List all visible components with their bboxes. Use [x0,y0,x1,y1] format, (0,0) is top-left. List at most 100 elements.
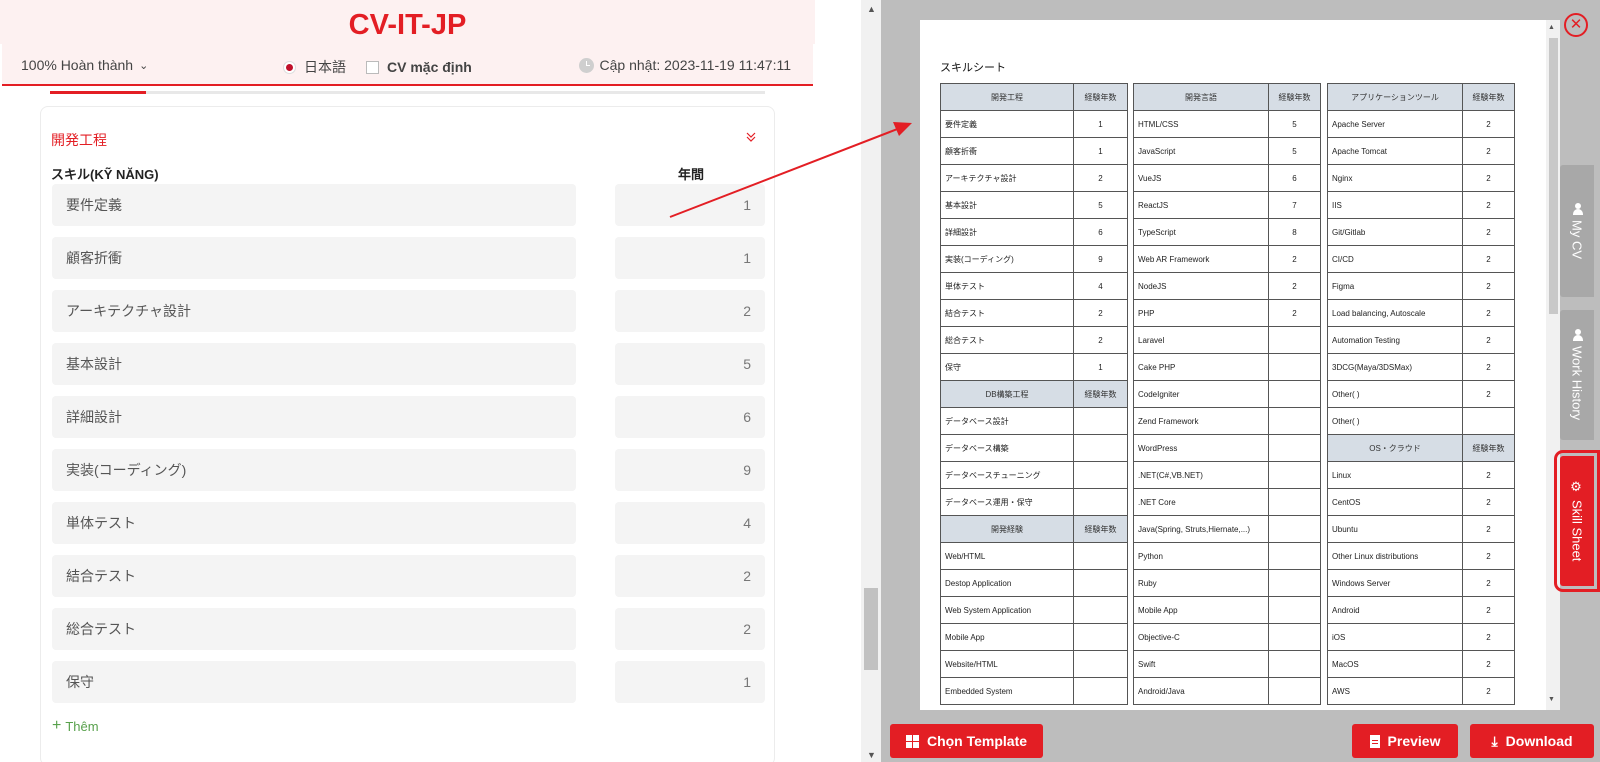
scroll-down-arrow-icon[interactable]: ▼ [867,750,876,760]
sheet-cell-label: Apache Tomcat [1327,137,1463,165]
sheet-cell-label: Java(Spring, Struts,Hiernate,...) [1133,515,1269,543]
skill-name-input[interactable]: 要件定義 [52,184,576,226]
sheet-row: Web System Application [940,596,1128,624]
sheet-cell-label: 結合テスト [940,299,1074,327]
sheet-cell-years: 2 [1462,677,1515,705]
skill-rows: 要件定義 1 顧客折衝 1 アーキテクチャ設計 2 基本設計 5 詳細設計 6 実装(コーディング)… [52,184,765,714]
sheet-cell-label: 開発言語 [1133,83,1269,111]
skill-name-input[interactable]: 単体テスト [52,502,576,544]
sheet-cell-label: Web/HTML [940,542,1074,570]
skill-row: アーキテクチャ設計 2 [52,290,765,332]
sheet-cell-years: 2 [1462,191,1515,219]
skill-years-input[interactable]: 1 [615,237,765,279]
sheet-row: AWS 2 [1327,677,1515,705]
skill-years-input[interactable]: 2 [615,290,765,332]
sheet-row: TypeScript 8 [1133,218,1321,246]
skill-years-input[interactable]: 2 [615,555,765,597]
collapse-chevron-icon[interactable] [745,131,759,145]
side-tab-work-history[interactable]: Work History [1560,310,1594,440]
skill-name-input[interactable]: 基本設計 [52,343,576,385]
sheet-cell-years: 5 [1268,110,1321,138]
sheet-row: Nginx 2 [1327,164,1515,192]
skill-years-input[interactable]: 4 [615,502,765,544]
sheet-row: 単体テスト 4 [940,272,1128,300]
skill-name-input[interactable]: 保守 [52,661,576,703]
sheet-cell-years [1268,488,1321,516]
sheet-cell-years: 6 [1268,164,1321,192]
info-bar: 100% Hoàn thành ⌄ 日本語 CV mặc định Cập nh… [2,44,813,86]
sheet-cell-label: Python [1133,542,1269,570]
preview-scrollbar-thumb[interactable] [1549,38,1558,314]
download-button[interactable]: ⤓ Download [1470,724,1594,758]
skill-row: 基本設計 5 [52,343,765,385]
skill-row: 総合テスト 2 [52,608,765,650]
preview-scroll-up-icon[interactable]: ▲ [1548,24,1555,31]
sheet-cell-years [1073,623,1128,651]
progress-dropdown[interactable]: 100% Hoàn thành ⌄ [21,57,148,73]
sheet-row: 結合テスト 2 [940,299,1128,327]
sheet-row: 要件定義 1 [940,110,1128,138]
sheet-row: 詳細設計 6 [940,218,1128,246]
sheet-cell-years [1268,515,1321,543]
skill-name-input[interactable]: 詳細設計 [52,396,576,438]
skill-name-input[interactable]: 実装(コーディング) [52,449,576,491]
sheet-cell-label: 開発経験 [940,515,1074,543]
sheet-row: Cake PHP [1133,353,1321,381]
skill-years-input[interactable]: 5 [615,343,765,385]
sheet-row: Load balancing, Autoscale 2 [1327,299,1515,327]
sheet-cell-label: Website/HTML [940,650,1074,678]
skill-years-input[interactable]: 2 [615,608,765,650]
sheet-cell-label: アプリケーションツール [1327,83,1463,111]
scroll-up-arrow-icon[interactable]: ▲ [867,4,876,14]
side-tab-skill-sheet[interactable]: ⚙ Skill Sheet [1554,450,1600,592]
skill-name-input[interactable]: アーキテクチャ設計 [52,290,576,332]
download-label: Download [1505,733,1573,749]
grid-icon [905,734,919,748]
preview-button[interactable]: Preview [1352,724,1458,758]
skill-name-input[interactable]: 結合テスト [52,555,576,597]
sheet-cell-label: WordPress [1133,434,1269,462]
sheet-cell-years: 2 [1462,218,1515,246]
default-cv-checkbox[interactable] [366,60,379,74]
choose-template-label: Chọn Template [926,733,1028,749]
skill-name-input[interactable]: 顧客折衝 [52,237,576,279]
sheet-cell-label: IIS [1327,191,1463,219]
sheet-cell-label: Automation Testing [1327,326,1463,354]
skill-years-input[interactable]: 1 [615,184,765,226]
skill-years-input[interactable]: 9 [615,449,765,491]
sheet-row: CI/CD 2 [1327,245,1515,273]
sheet-cell-years: 2 [1462,488,1515,516]
sheet-row: Zend Framework [1133,407,1321,435]
progress-label: 100% Hoàn thành [21,57,134,73]
document-icon [1369,734,1380,748]
sheet-cell-label: Laravel [1133,326,1269,354]
sheet-cell-years [1073,569,1128,597]
sheet-cell-label: Android/Java [1133,677,1269,705]
side-tab-skill-sheet-label: Skill Sheet [1569,500,1585,562]
sheet-cell-label: NodeJS [1133,272,1269,300]
page-scrollbar-thumb[interactable] [864,588,878,670]
tab-active-indicator[interactable] [50,91,146,94]
sheet-cell-years [1073,434,1128,462]
sheet-cell-label: AWS [1327,677,1463,705]
sheet-row: Apache Tomcat 2 [1327,137,1515,165]
sheet-cell-years: 2 [1462,461,1515,489]
skill-row: 保守 1 [52,661,765,703]
close-icon[interactable]: ✕ [1564,13,1588,37]
sheet-row: ReactJS 7 [1133,191,1321,219]
skill-years-input[interactable]: 1 [615,661,765,703]
skill-name-input[interactable]: 総合テスト [52,608,576,650]
skill-row: 顧客折衝 1 [52,237,765,279]
japan-flag-icon[interactable] [283,60,296,74]
add-skill-button[interactable]: + Thêm [52,717,99,735]
sheet-cell-label: Linux [1327,461,1463,489]
preview-scroll-down-icon[interactable]: ▼ [1548,696,1555,703]
sheet-cell-label: 実装(コーディング) [940,245,1074,273]
sheet-cell-years: 2 [1462,650,1515,678]
side-tab-my-cv[interactable]: My CV [1560,165,1594,297]
skill-years-input[interactable]: 6 [615,396,765,438]
tab-track [50,91,765,94]
sheet-row: 基本設計 5 [940,191,1128,219]
choose-template-button[interactable]: Chọn Template [890,724,1043,758]
sheet-row: IIS 2 [1327,191,1515,219]
